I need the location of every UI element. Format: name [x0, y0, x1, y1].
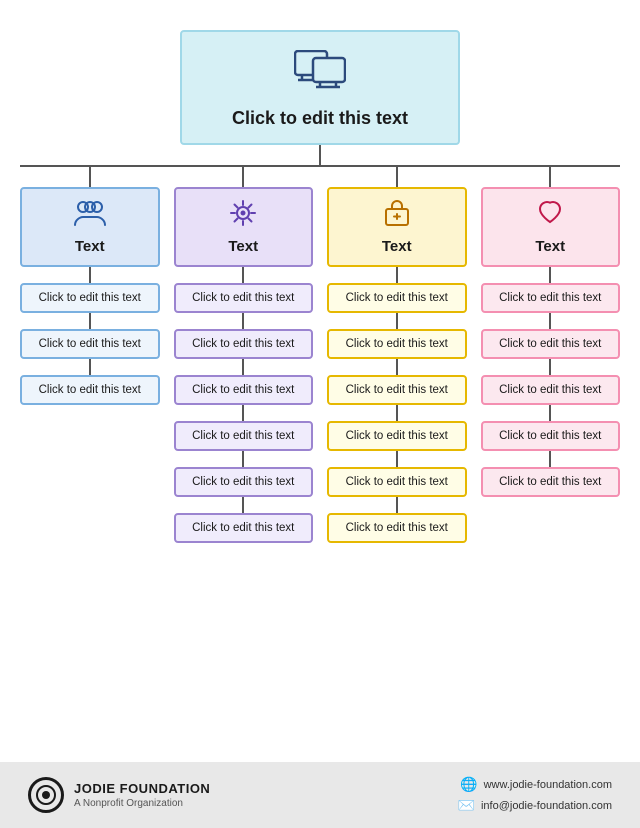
- item-box-3-2[interactable]: Click to edit this text: [481, 375, 621, 405]
- col-icon-0: [73, 199, 107, 232]
- item-connector-3-3: [549, 405, 551, 421]
- item-connector-3-2: [549, 359, 551, 375]
- item-connector-2-1: [396, 313, 398, 329]
- item-connector-1-0: [242, 267, 244, 283]
- col-top-connector-3: [549, 167, 551, 187]
- col-label-1: Text: [228, 238, 258, 255]
- item-connector-1-3: [242, 405, 244, 421]
- footer-right: 🌐 www.jodie-foundation.com ✉️ info@jodie…: [458, 776, 612, 814]
- item-connector-1-1: [242, 313, 244, 329]
- main-content: Click to edit this text Text Click to edi…: [0, 0, 640, 762]
- item-connector-3-0: [549, 267, 551, 283]
- item-box-2-3[interactable]: Click to edit this text: [327, 421, 467, 451]
- item-connector-3-4: [549, 451, 551, 467]
- item-connector-0-0: [89, 267, 91, 283]
- footer: JODIE FOUNDATION A Nonprofit Organizatio…: [0, 762, 640, 828]
- col-icon-2: [380, 199, 414, 232]
- root-node[interactable]: Click to edit this text: [180, 30, 460, 145]
- email-icon: ✉️: [458, 797, 475, 814]
- item-connector-3-1: [549, 313, 551, 329]
- item-box-0-1[interactable]: Click to edit this text: [20, 329, 160, 359]
- root-title: Click to edit this text: [232, 108, 408, 129]
- root-down-connector: [319, 145, 321, 165]
- footer-email-row: ✉️ info@jodie-foundation.com: [458, 797, 612, 814]
- item-box-2-2[interactable]: Click to edit this text: [327, 375, 467, 405]
- item-box-2-4[interactable]: Click to edit this text: [327, 467, 467, 497]
- item-box-1-3[interactable]: Click to edit this text: [174, 421, 314, 451]
- column-1: Text Click to edit this text Click to edit…: [174, 167, 314, 543]
- col-top-connector-1: [242, 167, 244, 187]
- col-header-2[interactable]: Text: [327, 187, 467, 267]
- col-icon-3: [533, 199, 567, 232]
- item-connector-2-4: [396, 451, 398, 467]
- item-box-3-4[interactable]: Click to edit this text: [481, 467, 621, 497]
- item-connector-1-2: [242, 359, 244, 375]
- col-label-3: Text: [535, 238, 565, 255]
- col-icon-1: [226, 199, 260, 232]
- footer-logo: [28, 777, 64, 813]
- root-icon: [294, 50, 346, 100]
- item-box-3-1[interactable]: Click to edit this text: [481, 329, 621, 359]
- col-top-connector-0: [89, 167, 91, 187]
- columns-container: Text Click to edit this text Click to edit…: [20, 167, 620, 543]
- col-header-0[interactable]: Text: [20, 187, 160, 267]
- item-box-1-2[interactable]: Click to edit this text: [174, 375, 314, 405]
- footer-left: JODIE FOUNDATION A Nonprofit Organizatio…: [28, 777, 210, 813]
- item-connector-2-3: [396, 405, 398, 421]
- column-3: Text Click to edit this text Click to edit…: [481, 167, 621, 497]
- item-box-2-5[interactable]: Click to edit this text: [327, 513, 467, 543]
- item-box-1-1[interactable]: Click to edit this text: [174, 329, 314, 359]
- col-header-3[interactable]: Text: [481, 187, 621, 267]
- column-0: Text Click to edit this text Click to edit…: [20, 167, 160, 405]
- item-connector-2-2: [396, 359, 398, 375]
- item-box-2-0[interactable]: Click to edit this text: [327, 283, 467, 313]
- item-connector-0-2: [89, 359, 91, 375]
- item-connector-2-0: [396, 267, 398, 283]
- item-box-1-0[interactable]: Click to edit this text: [174, 283, 314, 313]
- item-connector-2-5: [396, 497, 398, 513]
- item-box-1-5[interactable]: Click to edit this text: [174, 513, 314, 543]
- footer-org-name: JODIE FOUNDATION: [74, 781, 210, 798]
- item-connector-0-1: [89, 313, 91, 329]
- item-connector-1-5: [242, 497, 244, 513]
- col-top-connector-2: [396, 167, 398, 187]
- item-box-3-0[interactable]: Click to edit this text: [481, 283, 621, 313]
- footer-org-sub: A Nonprofit Organization: [74, 798, 210, 809]
- column-2: Text Click to edit this text Click to edit…: [327, 167, 467, 543]
- item-box-1-4[interactable]: Click to edit this text: [174, 467, 314, 497]
- footer-website-row: 🌐 www.jodie-foundation.com: [460, 776, 612, 793]
- item-box-0-2[interactable]: Click to edit this text: [20, 375, 160, 405]
- footer-email: info@jodie-foundation.com: [481, 800, 612, 812]
- www-icon: 🌐: [460, 776, 477, 793]
- col-label-0: Text: [75, 238, 105, 255]
- footer-org-info: JODIE FOUNDATION A Nonprofit Organizatio…: [74, 781, 210, 809]
- item-box-0-0[interactable]: Click to edit this text: [20, 283, 160, 313]
- item-connector-1-4: [242, 451, 244, 467]
- item-box-2-1[interactable]: Click to edit this text: [327, 329, 467, 359]
- item-box-3-3[interactable]: Click to edit this text: [481, 421, 621, 451]
- col-label-2: Text: [382, 238, 412, 255]
- col-header-1[interactable]: Text: [174, 187, 314, 267]
- footer-website: www.jodie-foundation.com: [484, 779, 612, 791]
